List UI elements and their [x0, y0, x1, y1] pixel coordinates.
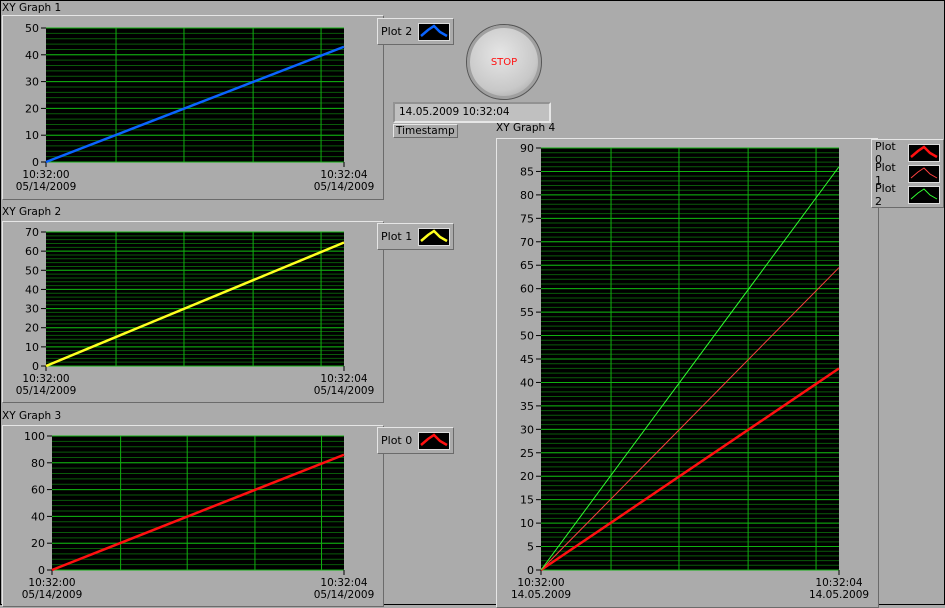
xy-graph-2 — [2, 221, 384, 403]
plot-style-swatch-icon[interactable] — [908, 164, 940, 183]
legend-label: Plot 1 — [381, 230, 413, 243]
stop-label: STOP — [490, 56, 518, 68]
legend-item[interactable]: Plot 2 — [381, 21, 451, 42]
graph-title: XY Graph 1 — [2, 2, 62, 14]
legend-item[interactable]: Plot 2 — [875, 181, 940, 208]
legend-label: Plot 2 — [381, 25, 413, 38]
graph-title: XY Graph 3 — [2, 410, 62, 422]
plot-style-swatch-icon[interactable] — [418, 22, 451, 41]
graph-title: XY Graph 4 — [496, 122, 556, 134]
plot-style-swatch-icon[interactable] — [418, 431, 451, 450]
plot-style-swatch-icon[interactable] — [908, 185, 940, 204]
timestamp-indicator: 14.05.2009 10:32:04 — [393, 102, 551, 123]
plot-style-swatch-icon[interactable] — [908, 143, 940, 162]
plot-legend[interactable]: Plot 1 — [377, 223, 455, 250]
legend-item[interactable]: Plot 1 — [381, 226, 451, 247]
xy-graph-3 — [2, 425, 384, 607]
plot-style-swatch-icon[interactable] — [418, 227, 451, 246]
timestamp-label: Timestamp — [393, 124, 458, 138]
stop-button[interactable]: STOP — [466, 24, 542, 100]
plot-legend[interactable]: Plot 2 — [377, 18, 455, 45]
legend-label: Plot 2 — [875, 181, 896, 208]
xy-graph-1 — [2, 15, 384, 200]
plot-legend[interactable]: Plot 0 — [377, 427, 455, 454]
legend-label: Plot 0 — [381, 434, 413, 447]
graph-title: XY Graph 2 — [2, 206, 62, 218]
legend-item[interactable]: Plot 0 — [381, 430, 451, 451]
xy-graph-4 — [496, 138, 879, 608]
plot-legend[interactable]: Plot 0 Plot 1 Plot 2 — [871, 139, 944, 208]
